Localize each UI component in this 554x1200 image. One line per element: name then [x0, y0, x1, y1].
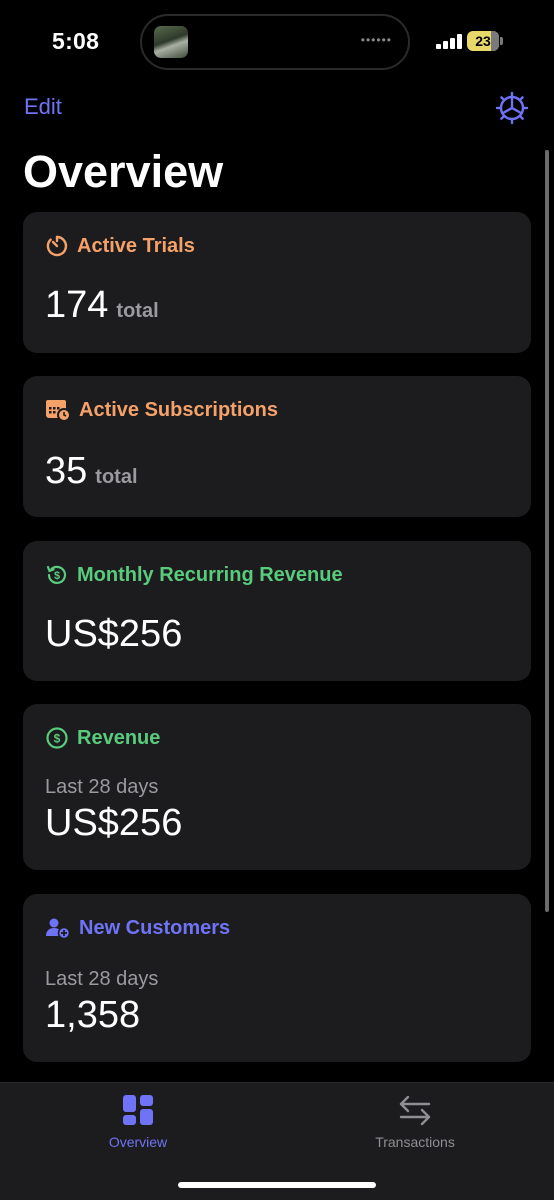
card-value: US$256: [45, 613, 183, 655]
grid-dashboard-icon: [123, 1095, 153, 1125]
card-header: Active Trials: [45, 234, 195, 258]
arrows-swap-icon: [399, 1095, 431, 1126]
settings-button[interactable]: [494, 90, 530, 126]
value-number: 174: [45, 284, 109, 326]
tab-label: Overview: [108, 1134, 168, 1150]
status-time: 5:08: [52, 28, 100, 54]
gear-icon: [495, 91, 529, 125]
active-trials-card[interactable]: Active Trials 174 total: [23, 212, 531, 353]
edit-button[interactable]: Edit: [24, 94, 62, 120]
tab-label: Transactions: [375, 1134, 455, 1150]
period-label: Last 28 days: [45, 776, 159, 798]
person-add-icon: [46, 918, 71, 940]
value-unit: total: [95, 466, 138, 488]
card-title: New Customers: [79, 916, 231, 939]
battery-icon: 23: [467, 31, 503, 51]
card-value: 35 total: [45, 450, 138, 493]
card-value: 1,358: [45, 994, 141, 1036]
cellular-signal-icon: [436, 34, 462, 49]
value-number: 35: [45, 450, 88, 492]
audio-wave-icon: ••••••: [360, 33, 392, 47]
timer-icon: [46, 235, 68, 257]
svg-text:$: $: [54, 570, 60, 582]
card-header: New Customers: [45, 916, 230, 940]
revenue-card[interactable]: $ Revenue Last 28 days US$256: [23, 704, 531, 870]
scroll-indicator[interactable]: [545, 150, 549, 912]
tab-overview[interactable]: Overview: [68, 1093, 208, 1150]
new-customers-card[interactable]: New Customers Last 28 days 1,358: [23, 894, 531, 1062]
dynamic-island[interactable]: ••••••: [140, 14, 410, 70]
mrr-card[interactable]: $ Monthly Recurring Revenue US$256: [23, 541, 531, 681]
battery-level: 23: [475, 33, 491, 49]
value-unit: total: [116, 300, 159, 322]
svg-text:$: $: [54, 732, 61, 746]
dollar-circle-icon: $: [46, 727, 68, 749]
card-header: $ Monthly Recurring Revenue: [45, 563, 343, 587]
recurring-dollar-icon: $: [46, 565, 67, 584]
card-title: Monthly Recurring Revenue: [77, 563, 343, 586]
card-title: Active Trials: [77, 234, 195, 257]
status-bar: 5:08 •••••• 23: [0, 0, 554, 80]
card-header: $ Revenue: [45, 726, 160, 750]
card-title: Active Subscriptions: [79, 398, 278, 421]
tab-transactions[interactable]: Transactions: [345, 1093, 485, 1150]
card-header: Active Subscriptions: [45, 398, 278, 422]
card-value: US$256: [45, 802, 183, 844]
media-thumbnail: [154, 26, 188, 58]
page-title: Overview: [23, 146, 224, 197]
period-label: Last 28 days: [45, 968, 159, 990]
active-subscriptions-card[interactable]: Active Subscriptions 35 total: [23, 376, 531, 517]
home-indicator[interactable]: [178, 1182, 376, 1188]
card-title: Revenue: [77, 726, 161, 749]
card-value: 174 total: [45, 284, 159, 327]
calendar-clock-icon: [46, 400, 71, 422]
